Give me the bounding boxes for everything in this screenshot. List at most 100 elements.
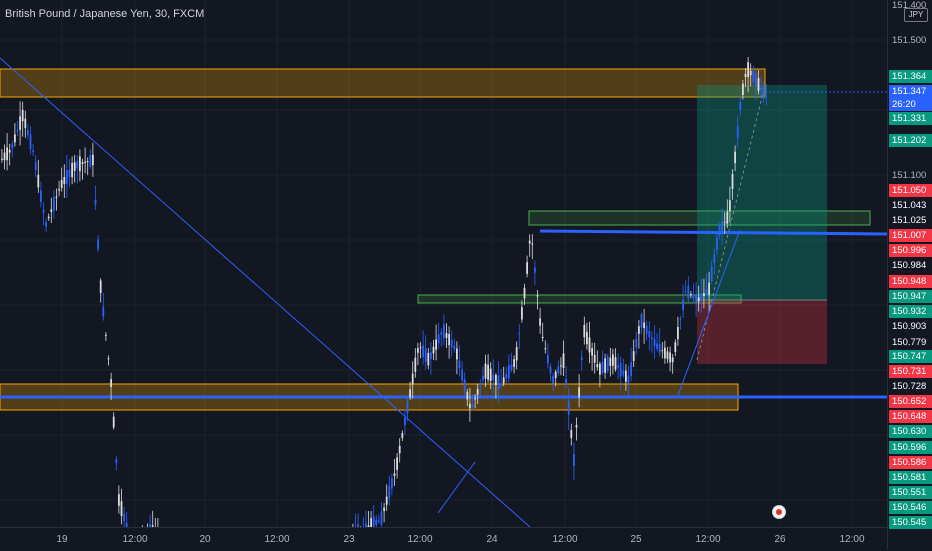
candle-body bbox=[747, 62, 749, 78]
candle-body bbox=[757, 77, 760, 91]
price-tag: 150.948 bbox=[889, 275, 932, 288]
candle-body bbox=[521, 307, 523, 320]
price-tag-value: 150.586 bbox=[892, 457, 927, 468]
price-tag: 150.984 bbox=[889, 259, 932, 272]
candle-body bbox=[658, 344, 661, 353]
candle-body bbox=[645, 325, 648, 334]
candle-body bbox=[484, 363, 487, 379]
candle-body bbox=[742, 83, 744, 95]
candle-body bbox=[110, 378, 112, 388]
candle-body bbox=[565, 378, 567, 386]
candle-body bbox=[419, 347, 422, 349]
time-axis-label: 12:00 bbox=[122, 534, 148, 545]
candle-body bbox=[388, 485, 391, 499]
candle-body bbox=[21, 109, 24, 122]
candle-body bbox=[466, 391, 469, 400]
alert-icon[interactable] bbox=[772, 505, 786, 519]
candle-body bbox=[580, 357, 583, 360]
candle-body bbox=[708, 282, 710, 295]
candle-body bbox=[612, 354, 614, 366]
candle-body bbox=[588, 337, 591, 353]
time-axis-label: 20 bbox=[199, 534, 211, 545]
candle-body bbox=[79, 156, 81, 172]
price-chart[interactable] bbox=[0, 0, 887, 527]
candle-body bbox=[586, 331, 588, 345]
candle-body bbox=[380, 511, 383, 525]
candle-body bbox=[640, 314, 643, 328]
position-loss-area bbox=[697, 300, 827, 364]
price-tag: 150.546 bbox=[889, 501, 932, 514]
price-tag-value: 150.551 bbox=[892, 487, 927, 498]
candle-body bbox=[469, 403, 471, 409]
candle-body bbox=[448, 333, 450, 346]
candle-body bbox=[554, 371, 557, 379]
candle-body bbox=[14, 134, 16, 143]
candle-body bbox=[99, 280, 102, 294]
candle-body bbox=[617, 365, 619, 368]
candle-body bbox=[547, 354, 549, 364]
candle-body bbox=[86, 161, 89, 163]
candle-body bbox=[63, 177, 66, 184]
candle-body bbox=[710, 266, 713, 282]
candle-body bbox=[19, 116, 21, 130]
candle-body bbox=[450, 339, 453, 348]
candle-body bbox=[664, 347, 666, 359]
price-tag-value: 150.648 bbox=[892, 411, 927, 422]
candle-body bbox=[614, 357, 617, 370]
candle-body bbox=[638, 326, 640, 334]
price-tag-value: 150.948 bbox=[892, 276, 927, 287]
symbol-title[interactable]: British Pound / Japanese Yen, 30, FXCM bbox=[5, 8, 204, 20]
price-tag: 150.630 bbox=[889, 425, 932, 438]
candle-body bbox=[718, 226, 721, 236]
candle-countdown: 26:20 bbox=[892, 99, 916, 110]
candle-body bbox=[414, 357, 417, 372]
candle-body bbox=[596, 364, 599, 368]
candle-body bbox=[474, 398, 476, 400]
candle-body bbox=[24, 118, 27, 129]
price-tag: 150.932 bbox=[889, 305, 932, 318]
candle-body bbox=[752, 70, 755, 83]
chart-area[interactable]: British Pound / Japanese Yen, 30, FXCM bbox=[0, 0, 887, 527]
candle-body bbox=[651, 337, 653, 340]
candle-body bbox=[42, 209, 45, 213]
candle-body bbox=[666, 351, 669, 360]
price-tag-value: 151.202 bbox=[892, 135, 927, 146]
candle-body bbox=[16, 129, 19, 132]
candle-body bbox=[463, 379, 466, 392]
currency-button[interactable]: JPY bbox=[904, 8, 928, 22]
candle-body bbox=[713, 254, 716, 263]
candle-body bbox=[593, 354, 596, 363]
candle-body bbox=[102, 306, 105, 317]
candle-body bbox=[396, 457, 398, 470]
candle-body bbox=[677, 326, 679, 340]
candle-body bbox=[487, 364, 489, 380]
price-tag: 150.947 bbox=[889, 290, 932, 303]
price-tag-value: 150.652 bbox=[892, 396, 927, 407]
candle-body bbox=[456, 348, 458, 360]
candle-body bbox=[518, 333, 521, 335]
candle-body bbox=[744, 73, 747, 77]
candle-body bbox=[391, 478, 393, 489]
candle-body bbox=[716, 237, 718, 250]
price-axis[interactable]: 151.400 151.500 151.100 151.364 151.347 26:20… bbox=[887, 0, 932, 550]
candle-body bbox=[482, 375, 484, 381]
price-tag-value: 150.947 bbox=[892, 291, 927, 302]
price-tag-value: 150.630 bbox=[892, 426, 927, 437]
time-axis-label: 12:00 bbox=[695, 534, 721, 545]
trend-line-short bbox=[437, 461, 476, 514]
candle-body bbox=[505, 374, 508, 378]
candle-body bbox=[635, 338, 638, 348]
candle-body bbox=[435, 339, 437, 350]
price-tag: 150.779 bbox=[889, 336, 932, 349]
price-tag: 150.996 bbox=[889, 244, 932, 257]
candle-body bbox=[760, 87, 762, 91]
resistance-zone bbox=[0, 68, 766, 98]
candle-body bbox=[66, 169, 68, 185]
candle-body bbox=[567, 401, 570, 415]
candle-body bbox=[762, 85, 765, 99]
time-axis[interactable]: 19 12:00 20 12:00 23 12:00 24 12:00 25 12:00 26 12:… bbox=[0, 527, 887, 551]
candle-body bbox=[398, 445, 401, 454]
candle-body bbox=[115, 459, 118, 463]
candle-body bbox=[385, 496, 388, 505]
time-axis-label: 25 bbox=[630, 534, 642, 545]
